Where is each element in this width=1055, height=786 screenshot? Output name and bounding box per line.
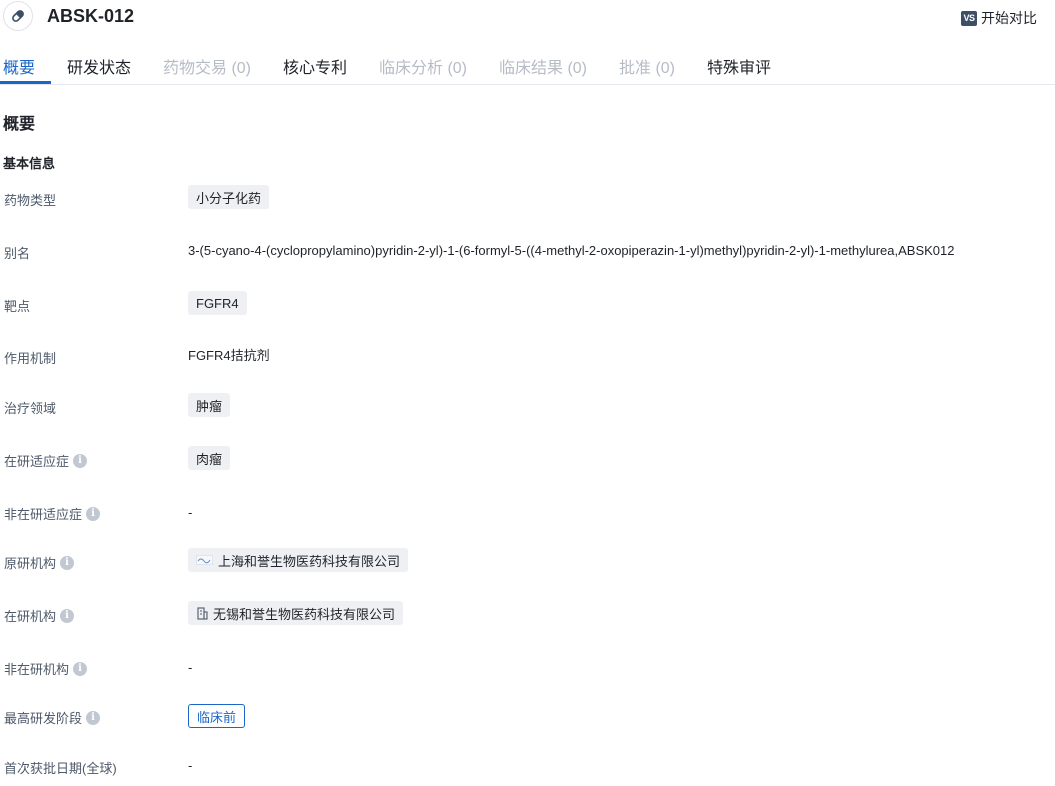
info-icon[interactable]: i: [73, 453, 88, 468]
vs-compare-icon: VS: [961, 10, 977, 26]
label-active-indication-text: 在研适应症: [4, 454, 70, 469]
value-drug-type: 小分子化药: [188, 185, 270, 209]
tab-approvals[interactable]: 批准 (0): [619, 54, 675, 78]
label-mechanism: 作用机制: [4, 348, 56, 367]
info-icon[interactable]: i: [73, 661, 88, 676]
start-compare-label: 开始对比: [981, 10, 1037, 26]
active-org-name: 无锡和誉生物医药科技有限公司: [213, 606, 396, 622]
label-therapeutic-area-text: 治疗领域: [4, 401, 57, 416]
value-highest-phase: 临床前: [188, 704, 246, 728]
value-originator: 上海和誉生物医药科技有限公司: [188, 548, 409, 572]
label-drug-type: 药物类型: [4, 190, 56, 209]
value-first-approval-date: -: [188, 758, 193, 773]
label-highest-phase: 最高研发阶段 i: [4, 708, 101, 727]
tab-bar: 概要 研发状态 药物交易 (0) 核心专利 临床分析 (0) 临床结果 (0) …: [0, 44, 1055, 85]
label-active-indication: 在研适应症 i: [4, 451, 88, 470]
tag-drug-type[interactable]: 小分子化药: [188, 185, 270, 209]
label-active-org: 在研机构 i: [4, 606, 75, 625]
tab-drug-deals[interactable]: 药物交易 (0): [163, 54, 251, 78]
company-logo-icon: [196, 555, 213, 565]
tag-therapeutic-area[interactable]: 肿瘤: [188, 393, 231, 417]
value-active-org: 无锡和誉生物医药科技有限公司: [188, 601, 404, 625]
label-mechanism-text: 作用机制: [4, 351, 57, 366]
tab-rd-status[interactable]: 研发状态: [67, 54, 131, 78]
label-first-approval-date-text: 首次获批日期(全球): [4, 761, 117, 776]
info-icon[interactable]: i: [86, 506, 101, 521]
tag-active-indication[interactable]: 肉瘤: [188, 446, 231, 470]
label-alias: 别名: [4, 243, 30, 262]
label-inactive-indication-text: 非在研适应症: [4, 507, 83, 522]
info-icon[interactable]: i: [86, 710, 101, 725]
value-alias: 3-(5-cyano-4-(cyclopropylamino)pyridin-2…: [188, 243, 955, 258]
label-target-text: 靶点: [4, 299, 31, 314]
info-icon[interactable]: i: [60, 555, 75, 570]
value-active-indication: 肉瘤: [188, 446, 231, 470]
info-icon[interactable]: i: [60, 608, 75, 623]
label-active-org-text: 在研机构: [4, 609, 57, 624]
drug-header: ABSK-012 VS 开始对比: [0, 0, 1055, 36]
section-title-overview: 概要: [3, 116, 36, 133]
label-originator-text: 原研机构: [4, 556, 57, 571]
originator-name: 上海和誉生物医药科技有限公司: [218, 553, 401, 569]
label-inactive-indication: 非在研适应症 i: [4, 504, 101, 523]
label-therapeutic-area: 治疗领域: [4, 398, 56, 417]
tag-target[interactable]: FGFR4: [188, 291, 247, 315]
tag-active-org[interactable]: 无锡和誉生物医药科技有限公司: [188, 601, 404, 625]
tag-originator[interactable]: 上海和誉生物医药科技有限公司: [188, 548, 409, 572]
tab-special-review[interactable]: 特殊审评: [707, 54, 771, 78]
label-highest-phase-text: 最高研发阶段: [4, 711, 83, 726]
drug-title: ABSK-012: [47, 6, 135, 26]
phase-badge: 临床前: [188, 704, 246, 728]
value-inactive-indication: -: [188, 505, 193, 520]
building-icon: [196, 606, 208, 620]
tab-clinical-results[interactable]: 临床结果 (0): [499, 54, 587, 78]
tab-overview[interactable]: 概要: [3, 54, 35, 78]
tab-clinical-analysis[interactable]: 临床分析 (0): [379, 54, 467, 78]
label-drug-type-text: 药物类型: [4, 193, 57, 208]
subsection-title-basic-info: 基本信息: [3, 156, 56, 171]
active-tab-indicator: [0, 81, 51, 84]
value-therapeutic-area: 肿瘤: [188, 393, 231, 417]
value-inactive-org: -: [188, 660, 193, 675]
label-inactive-org-text: 非在研机构: [4, 662, 70, 677]
label-alias-text: 别名: [4, 246, 31, 261]
pill-icon: [3, 1, 33, 31]
label-target: 靶点: [4, 296, 30, 315]
value-mechanism[interactable]: FGFR4拮抗剂: [188, 345, 270, 364]
label-inactive-org: 非在研机构 i: [4, 659, 88, 678]
value-target: FGFR4: [188, 291, 247, 315]
tab-core-patents[interactable]: 核心专利: [283, 54, 347, 78]
label-originator: 原研机构 i: [4, 553, 75, 572]
start-compare-button[interactable]: VS 开始对比: [961, 8, 1037, 28]
label-first-approval-date: 首次获批日期(全球): [4, 758, 117, 777]
